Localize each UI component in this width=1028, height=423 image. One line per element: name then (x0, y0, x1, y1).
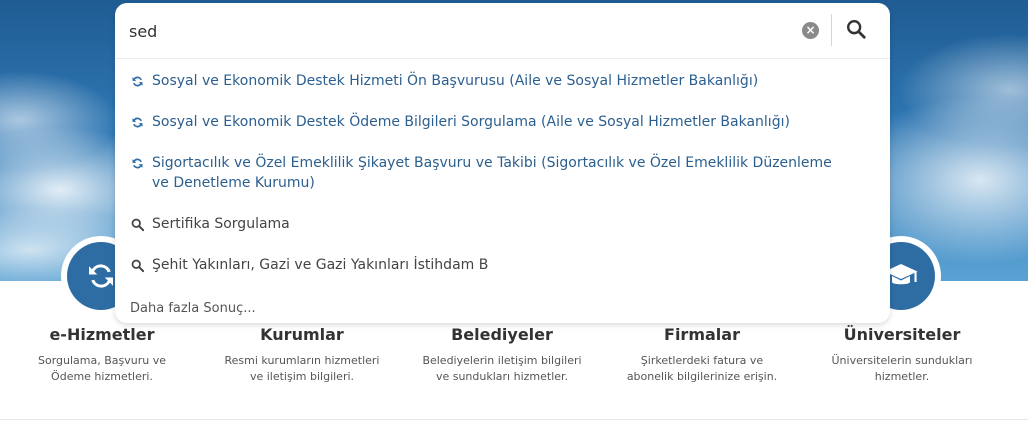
suggestion-item[interactable]: Sosyal ve Ekonomik Destek Hizmeti Ön Baş… (115, 71, 890, 91)
category-e-services[interactable]: e-Hizmetler Sorgulama, Başvuru ve Ödeme … (2, 325, 202, 385)
category-municipalities[interactable]: Belediyeler Belediyelerin iletişim bilgi… (402, 325, 602, 385)
search-divider (831, 14, 832, 46)
category-title: Kurumlar (260, 325, 344, 344)
category-description: Sorgulama, Başvuru ve Ödeme hizmetleri. (37, 354, 166, 383)
search-icon (131, 259, 145, 273)
clear-search-icon[interactable]: × (802, 22, 819, 39)
category-description: Resmi kurumların hizmetleri ve iletişim … (224, 354, 380, 383)
suggestion-item[interactable]: Sertifika Sorgulama (115, 214, 890, 234)
search-icon (847, 20, 866, 39)
category-companies[interactable]: Firmalar Şirketlerdeki fatura ve aboneli… (602, 325, 802, 385)
category-institutions[interactable]: Kurumlar Resmi kurumların hizmetleri ve … (202, 325, 402, 385)
category-title: Belediyeler (451, 325, 553, 344)
suggestion-list: Sosyal ve Ekonomik Destek Hizmeti Ön Baş… (115, 71, 890, 275)
suggestion-label: Sosyal ve Ekonomik Destek Ödeme Bilgiler… (152, 114, 790, 130)
category-universities[interactable]: Üniversiteler Üniversitelerin sundukları… (802, 325, 1002, 385)
category-description: Belediyelerin iletişim bilgileri ve sund… (422, 354, 582, 383)
suggestion-item[interactable]: Sosyal ve Ekonomik Destek Ödeme Bilgiler… (115, 112, 890, 132)
suggestion-label: Şehit Yakınları, Gazi ve Gazi Yakınları … (152, 257, 489, 273)
category-description: Üniversitelerin sundukları hizmetler. (831, 354, 973, 383)
category-description: Şirketlerdeki fatura ve abonelik bilgile… (626, 354, 778, 383)
category-title: Üniversiteler (843, 325, 961, 344)
search-input[interactable] (129, 17, 769, 45)
suggestion-label: Sertifika Sorgulama (152, 216, 290, 232)
suggestion-item[interactable]: Sigortacılık ve Özel Emeklilik Şikayet B… (115, 153, 890, 193)
suggestion-label: Sigortacılık ve Özel Emeklilik Şikayet B… (152, 155, 832, 191)
category-title: Firmalar (664, 325, 740, 344)
suggestion-item[interactable]: Şehit Yakınları, Gazi ve Gazi Yakınları … (115, 255, 890, 275)
search-button[interactable] (845, 18, 867, 40)
more-results-link[interactable]: Daha fazla Sonuç... (130, 301, 256, 316)
search-icon (131, 218, 145, 232)
refresh-icon (132, 117, 143, 128)
section-divider (0, 419, 1028, 420)
suggestion-label: Sosyal ve Ekonomik Destek Hizmeti Ön Baş… (152, 73, 759, 89)
search-bar: × (115, 3, 890, 59)
search-autocomplete-panel: × Sosyal ve Ekonomik Destek Hizmeti Ön B… (115, 3, 890, 323)
refresh-icon (132, 158, 143, 169)
refresh-icon (132, 76, 143, 87)
category-title: e-Hizmetler (49, 325, 155, 344)
